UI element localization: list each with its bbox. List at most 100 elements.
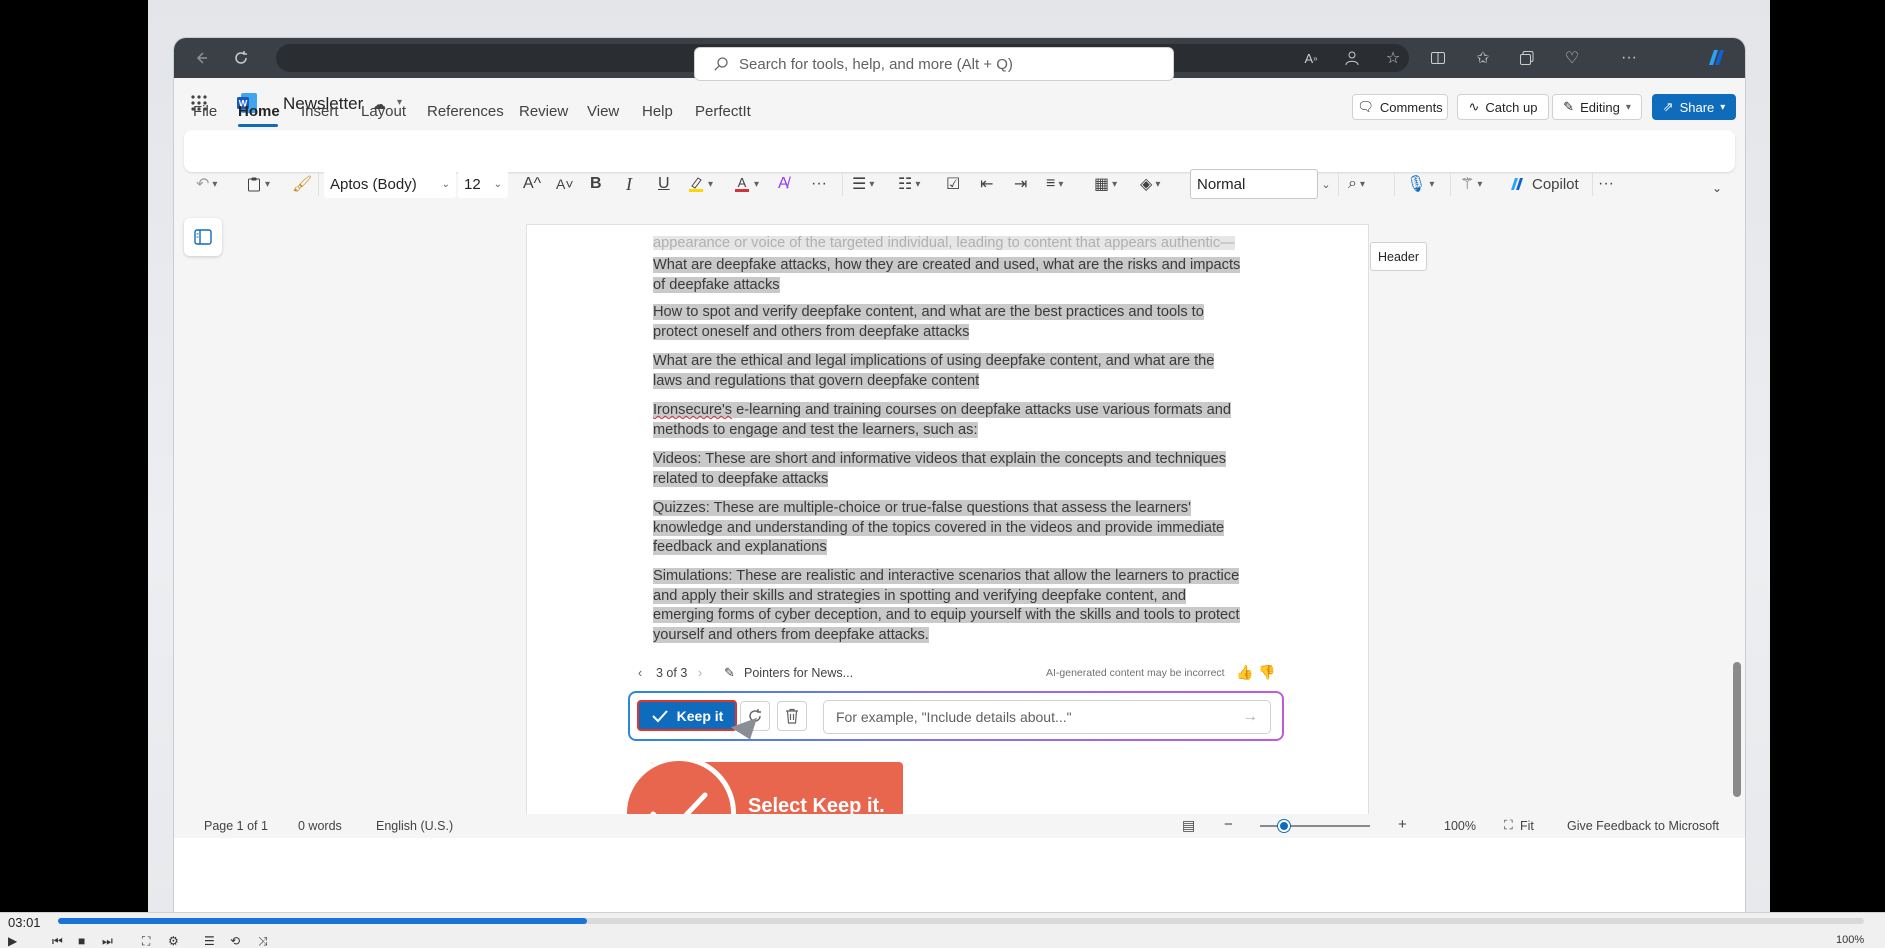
doc-paragraph-4[interactable]: Ironsecure's e-learning and training cou… bbox=[653, 401, 1243, 440]
extended-settings-icon[interactable]: ⚙ bbox=[168, 934, 179, 948]
more-icon[interactable]: ··· bbox=[1616, 45, 1642, 71]
style-chevron-icon[interactable]: ⌄ bbox=[1318, 169, 1334, 199]
checklist-icon[interactable]: ☑ bbox=[946, 170, 960, 198]
thumbs-down-icon[interactable]: 👎 bbox=[1258, 664, 1275, 681]
share-button[interactable]: ⇗ Share ▾ bbox=[1652, 94, 1736, 120]
tab-review[interactable]: Review bbox=[519, 96, 568, 126]
keep-it-button[interactable]: Keep it bbox=[637, 700, 737, 731]
decrease-indent-icon[interactable]: ⇤ bbox=[980, 170, 993, 198]
back-icon[interactable] bbox=[188, 45, 214, 71]
doc-paragraph-3[interactable]: What are the ethical and legal implicati… bbox=[653, 352, 1243, 391]
search-box[interactable]: Search for tools, help, and more (Alt + … bbox=[694, 47, 1174, 81]
volume-percent[interactable]: 100% bbox=[1836, 934, 1864, 948]
discard-button[interactable] bbox=[777, 701, 807, 731]
playlist-icon[interactable]: ☰ bbox=[204, 934, 215, 948]
shrink-font-button[interactable]: A˅ bbox=[556, 170, 574, 198]
font-color-button[interactable]: A ▾ bbox=[733, 170, 759, 198]
fit-button[interactable]: Fit bbox=[1520, 819, 1534, 833]
tab-view[interactable]: View bbox=[587, 96, 619, 126]
tab-file[interactable]: File bbox=[193, 96, 217, 126]
underline-button[interactable]: U bbox=[658, 170, 670, 198]
align-button[interactable]: ≡ ▾ bbox=[1046, 170, 1063, 198]
doc-paragraph-5[interactable]: Videos: These are short and informative … bbox=[653, 450, 1243, 489]
thumbs-up-icon[interactable]: 👍 bbox=[1236, 664, 1253, 681]
loop-icon[interactable]: ⟲ bbox=[230, 934, 240, 948]
zoom-slider-track[interactable] bbox=[1260, 825, 1370, 827]
comments-button[interactable]: 🗨 Comments bbox=[1352, 94, 1448, 120]
copilot-logo-icon[interactable] bbox=[1704, 46, 1728, 70]
shading-button[interactable]: ◈ ▾ bbox=[1140, 170, 1160, 198]
more-font-options-icon[interactable]: ··· bbox=[811, 170, 827, 198]
page-count[interactable]: Page 1 of 1 bbox=[204, 819, 268, 833]
font-name-dropdown[interactable]: Aptos (Body) ⌄ bbox=[324, 170, 456, 198]
misspelled-word[interactable]: Ironsecure's bbox=[653, 402, 732, 418]
tab-home[interactable]: Home bbox=[238, 96, 280, 126]
next-icon[interactable]: ⏭ bbox=[102, 934, 113, 948]
zoom-percent[interactable]: 100% bbox=[1444, 819, 1476, 833]
font-size-dropdown[interactable]: 12 ⌄ bbox=[458, 170, 508, 198]
shuffle-icon[interactable]: ⤨ bbox=[258, 934, 268, 948]
read-aloud-icon[interactable]: A» bbox=[1298, 45, 1324, 71]
highlight-button[interactable]: ▾ bbox=[687, 170, 713, 198]
chevron-down-icon: ▾ bbox=[754, 178, 760, 190]
feedback-link[interactable]: Give Feedback to Microsoft bbox=[1567, 819, 1719, 833]
bullets-button[interactable]: ☰ ▾ bbox=[852, 170, 874, 198]
toolbar-divider bbox=[1592, 172, 1593, 196]
numbering-button[interactable]: ☷ ▾ bbox=[898, 170, 920, 198]
zoom-slider-thumb[interactable] bbox=[1278, 820, 1291, 832]
split-screen-icon[interactable] bbox=[1425, 45, 1451, 71]
doc-paragraph-2[interactable]: How to spot and verify deepfake content,… bbox=[653, 303, 1243, 342]
doc-paragraph-6[interactable]: Quizzes: These are multiple-choice or tr… bbox=[653, 499, 1243, 558]
toolbar-overflow-icon[interactable]: ··· bbox=[1598, 170, 1614, 198]
next-result-icon[interactable]: › bbox=[698, 666, 702, 680]
refresh-icon[interactable] bbox=[228, 45, 254, 71]
borders-button[interactable]: ▦ ▾ bbox=[1094, 170, 1117, 198]
performance-icon[interactable]: ♡ bbox=[1559, 45, 1585, 71]
favorite-icon[interactable]: ☆ bbox=[1380, 45, 1406, 71]
dictate-button[interactable]: 🎙 ▾ bbox=[1406, 170, 1434, 198]
doc-paragraph-7[interactable]: Simulations: These are realistic and int… bbox=[653, 567, 1243, 645]
language-indicator[interactable]: English (U.S.) bbox=[376, 819, 453, 833]
tab-insert[interactable]: Insert bbox=[301, 96, 339, 126]
prompt-source[interactable]: Pointers for News... bbox=[744, 666, 853, 680]
focus-mode-icon[interactable]: ▤ bbox=[1182, 817, 1195, 834]
undo-button[interactable]: ↶ ▾ bbox=[196, 170, 217, 198]
fullscreen-icon[interactable]: ⛶ bbox=[142, 934, 150, 948]
tab-help[interactable]: Help bbox=[642, 96, 673, 126]
word-count[interactable]: 0 words bbox=[298, 819, 342, 833]
stop-icon[interactable]: ■ bbox=[78, 934, 85, 948]
copilot-prompt-input[interactable]: For example, "Include details about..." … bbox=[823, 700, 1271, 734]
comments-label: Comments bbox=[1379, 99, 1443, 115]
favorites-icon[interactable]: ✩ bbox=[1470, 45, 1496, 71]
clear-formatting-icon[interactable]: A̸ bbox=[778, 170, 789, 198]
doc-paragraph-1[interactable]: What are deepfake attacks, how they are … bbox=[653, 256, 1243, 295]
chevron-down-icon: ⌄ bbox=[493, 178, 502, 190]
collections-icon[interactable] bbox=[1514, 45, 1540, 71]
editing-mode-button[interactable]: ✎ Editing ▾ bbox=[1552, 94, 1642, 120]
tab-perfectit[interactable]: PerfectIt bbox=[695, 96, 751, 126]
style-dropdown[interactable]: Normal bbox=[1190, 169, 1318, 199]
find-button[interactable]: ⌕ ▾ bbox=[1348, 170, 1365, 198]
italic-button[interactable]: I bbox=[626, 170, 632, 198]
previous-result-icon[interactable]: ‹ bbox=[638, 666, 642, 680]
designer-button[interactable]: ⚚ ▾ bbox=[1460, 170, 1482, 198]
zoom-out-icon[interactable]: − bbox=[1224, 816, 1233, 833]
increase-indent-icon[interactable]: ⇥ bbox=[1014, 170, 1027, 198]
bold-button[interactable]: B bbox=[590, 170, 602, 198]
paste-button[interactable]: ▾ bbox=[246, 170, 270, 198]
profile-icon[interactable] bbox=[1339, 45, 1365, 71]
navigation-pane-button[interactable] bbox=[184, 218, 222, 256]
copilot-button[interactable]: Copilot bbox=[1508, 170, 1579, 198]
tab-layout[interactable]: Layout bbox=[361, 96, 406, 126]
grow-font-button[interactable]: A^ bbox=[523, 170, 541, 198]
play-icon[interactable]: ▶ bbox=[8, 934, 17, 948]
vertical-scrollbar-thumb[interactable] bbox=[1733, 662, 1741, 797]
tab-references[interactable]: References bbox=[427, 96, 504, 126]
zoom-in-icon[interactable]: + bbox=[1398, 816, 1407, 833]
header-tag[interactable]: Header bbox=[1370, 242, 1427, 271]
catch-up-button[interactable]: ∿ Catch up bbox=[1457, 94, 1549, 120]
previous-icon[interactable]: ⏮ bbox=[52, 934, 63, 948]
format-painter-icon[interactable]: 🖌 bbox=[292, 170, 312, 198]
collapse-ribbon-icon[interactable]: ⌄ bbox=[1712, 174, 1722, 202]
send-arrow-icon[interactable]: → bbox=[1242, 708, 1258, 726]
